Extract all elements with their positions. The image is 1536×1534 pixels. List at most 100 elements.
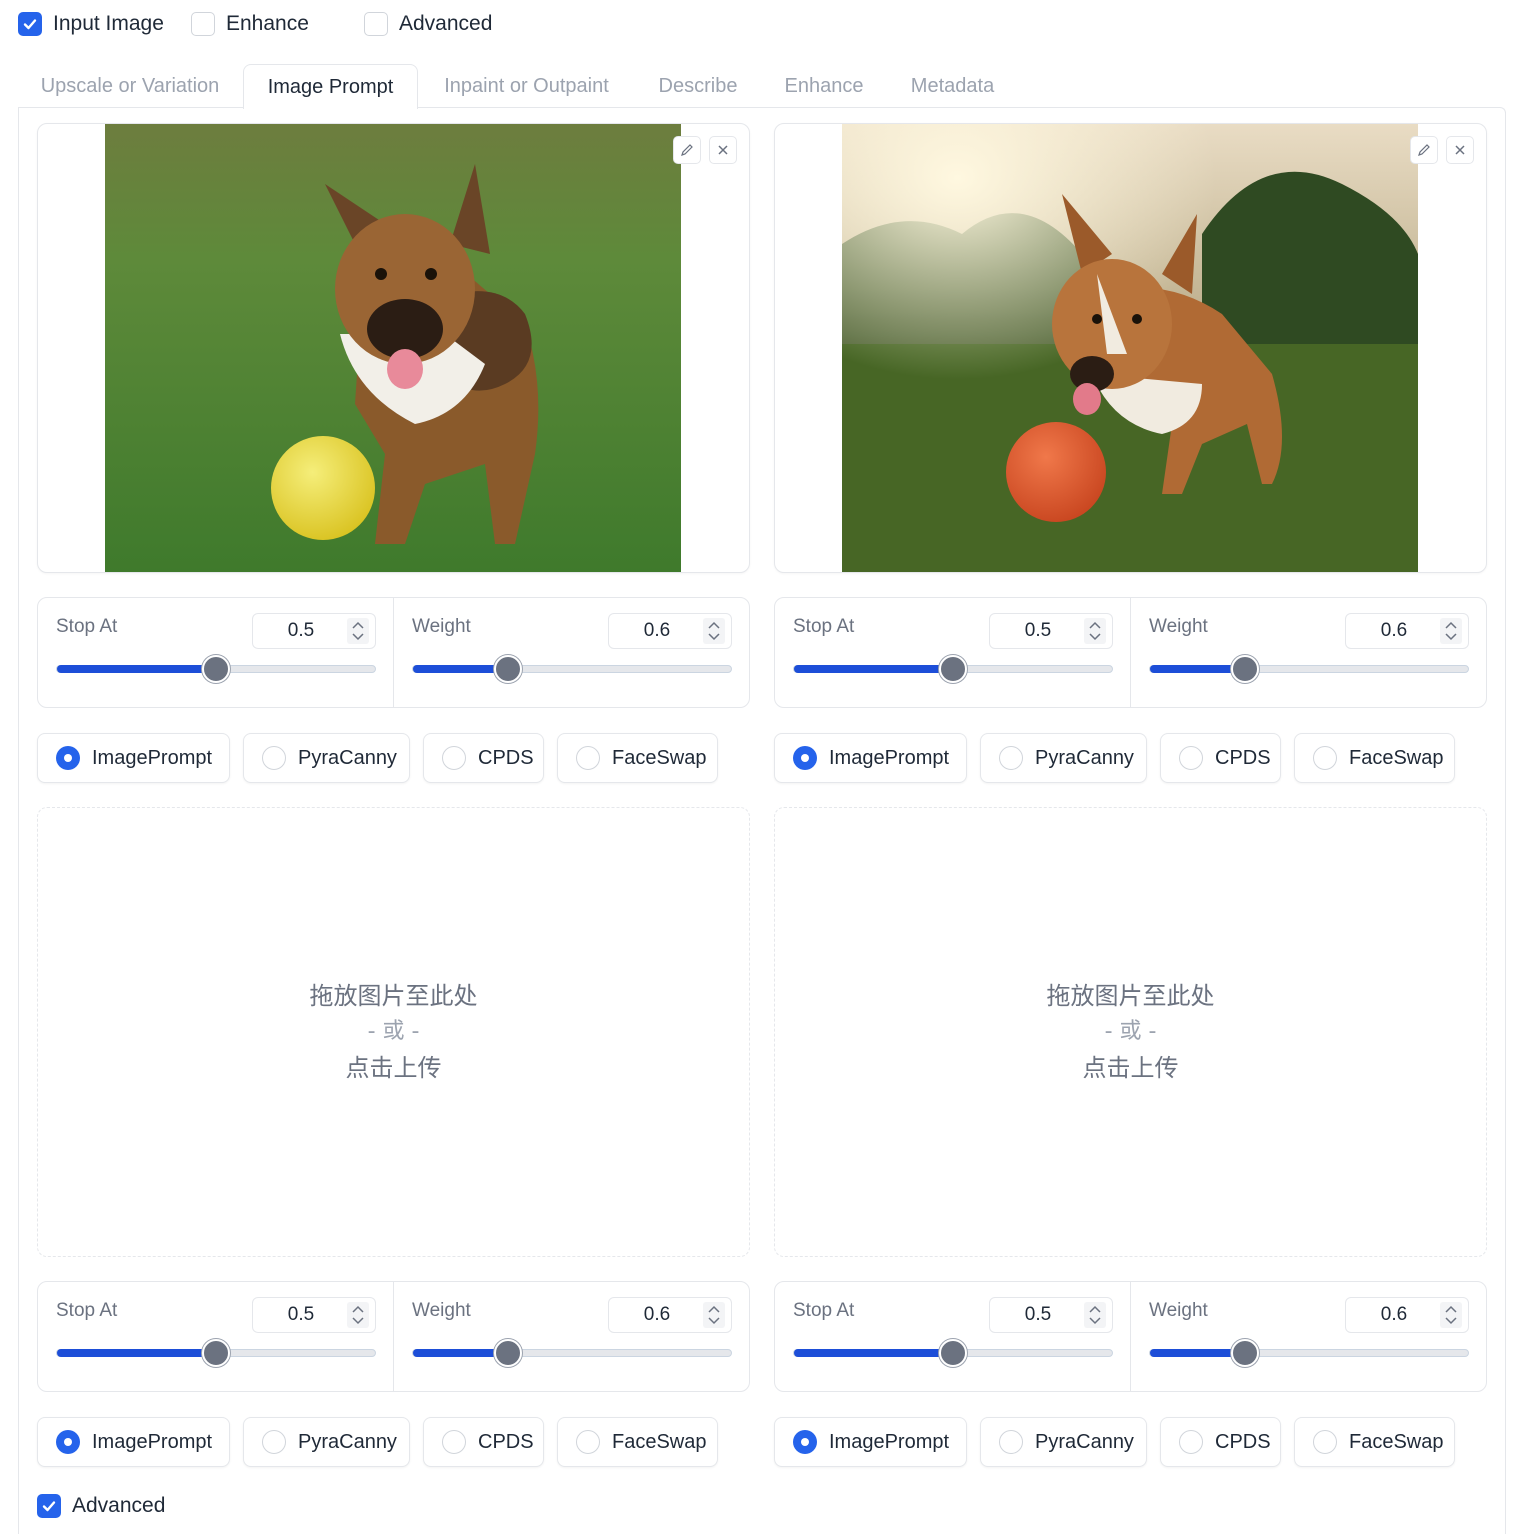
stop-at-value[interactable]: 0.5 — [253, 614, 349, 648]
dog-orange-ball-image — [842, 124, 1418, 572]
weight-thumb[interactable] — [494, 655, 523, 683]
weight-value[interactable]: 0.6 — [609, 614, 705, 648]
spinner-arrows-icon[interactable] — [703, 1302, 725, 1328]
advanced-controlnet-checkbox[interactable]: Advanced — [37, 1494, 165, 1518]
stop-at-track[interactable] — [793, 1339, 1113, 1367]
weight-thumb[interactable] — [1231, 1339, 1260, 1367]
radio-pyracanny[interactable]: PyraCanny — [980, 733, 1147, 783]
weight-number-input[interactable]: 0.6 — [608, 1297, 732, 1333]
spinner-arrows-icon[interactable] — [347, 618, 369, 644]
radio-imageprompt[interactable]: ImagePrompt — [774, 733, 967, 783]
radio-icon — [1313, 746, 1337, 770]
weight-slider: Weight 0.6 — [1131, 598, 1487, 707]
weight-number-input[interactable]: 0.6 — [1345, 1297, 1469, 1333]
weight-track[interactable] — [1149, 655, 1469, 683]
spinner-arrows-icon[interactable] — [1440, 618, 1462, 644]
radio-imageprompt[interactable]: ImagePrompt — [37, 733, 230, 783]
tab-image-prompt[interactable]: Image Prompt — [243, 64, 418, 109]
stop-at-value[interactable]: 0.5 — [253, 1298, 349, 1332]
radio-imageprompt[interactable]: ImagePrompt — [37, 1417, 230, 1467]
slider-group-3: Stop At 0.5 Weight 0.6 — [37, 1281, 750, 1392]
weight-label: Weight — [412, 1300, 471, 1321]
checkbox-box — [364, 12, 388, 36]
radio-pyracanny[interactable]: PyraCanny — [980, 1417, 1147, 1467]
or-text: - 或 - — [367, 1019, 420, 1044]
radio-label: ImagePrompt — [92, 746, 213, 769]
edit-icon[interactable] — [1410, 136, 1438, 164]
radio-label: FaceSwap — [1349, 746, 1444, 769]
stop-at-value[interactable]: 0.5 — [990, 1298, 1086, 1332]
radio-faceswap[interactable]: FaceSwap — [557, 733, 718, 783]
edit-icon[interactable] — [673, 136, 701, 164]
stop-at-track[interactable] — [793, 655, 1113, 683]
weight-label: Weight — [1149, 616, 1208, 637]
radio-icon — [262, 1430, 286, 1454]
radio-cpds[interactable]: CPDS — [423, 1417, 544, 1467]
weight-track[interactable] — [412, 1339, 732, 1367]
weight-thumb[interactable] — [494, 1339, 523, 1367]
image-upload-dropzone[interactable]: 拖放图片至此处 - 或 - 点击上传 — [37, 807, 750, 1257]
spinner-arrows-icon[interactable] — [1084, 1302, 1106, 1328]
radio-faceswap[interactable]: FaceSwap — [1294, 1417, 1455, 1467]
radio-cpds[interactable]: CPDS — [423, 733, 544, 783]
weight-slider: Weight 0.6 — [394, 598, 750, 707]
weight-value[interactable]: 0.6 — [1346, 614, 1442, 648]
radio-imageprompt[interactable]: ImagePrompt — [774, 1417, 967, 1467]
radio-cpds[interactable]: CPDS — [1160, 733, 1281, 783]
weight-value[interactable]: 0.6 — [609, 1298, 705, 1332]
image-upload-dropzone[interactable]: 拖放图片至此处 - 或 - 点击上传 — [774, 807, 1487, 1257]
tab-inpaint-or-outpaint[interactable]: Inpaint or Outpaint — [430, 64, 623, 108]
enhance-checkbox[interactable]: Enhance — [191, 12, 309, 36]
radio-label: ImagePrompt — [829, 1430, 950, 1453]
radio-icon — [1179, 746, 1203, 770]
spinner-arrows-icon[interactable] — [1440, 1302, 1462, 1328]
tab-upscale-or-variation[interactable]: Upscale or Variation — [30, 64, 230, 108]
weight-number-input[interactable]: 0.6 — [608, 613, 732, 649]
stop-at-thumb[interactable] — [202, 655, 230, 683]
spinner-arrows-icon[interactable] — [1084, 618, 1106, 644]
weight-slider: Weight 0.6 — [1131, 1282, 1487, 1391]
radio-faceswap[interactable]: FaceSwap — [557, 1417, 718, 1467]
spinner-arrows-icon[interactable] — [703, 618, 725, 644]
stop-at-slider: Stop At 0.5 — [38, 1282, 394, 1391]
stop-at-number-input[interactable]: 0.5 — [989, 613, 1113, 649]
spinner-arrows-icon[interactable] — [347, 1302, 369, 1328]
advanced-checkbox[interactable]: Advanced — [364, 12, 492, 36]
stop-at-label: Stop At — [793, 616, 855, 637]
weight-thumb[interactable] — [1231, 655, 1260, 683]
stop-at-thumb[interactable] — [202, 1339, 230, 1367]
radio-icon — [576, 1430, 600, 1454]
radio-selected-icon — [793, 746, 817, 770]
radio-icon — [576, 746, 600, 770]
stop-at-number-input[interactable]: 0.5 — [989, 1297, 1113, 1333]
weight-number-input[interactable]: 0.6 — [1345, 613, 1469, 649]
stop-at-track[interactable] — [56, 655, 376, 683]
tab-describe[interactable]: Describe — [648, 64, 748, 108]
input-image-checkbox[interactable]: Input Image — [18, 12, 164, 36]
radio-icon — [999, 1430, 1023, 1454]
stop-at-thumb[interactable] — [939, 1339, 967, 1367]
or-text: - 或 - — [1104, 1019, 1157, 1044]
tab-enhance[interactable]: Enhance — [774, 64, 874, 108]
image-input-1[interactable] — [37, 123, 750, 573]
stop-at-track[interactable] — [56, 1339, 376, 1367]
image-input-2[interactable] — [774, 123, 1487, 573]
stop-at-number-input[interactable]: 0.5 — [252, 1297, 376, 1333]
input-image-label: Input Image — [53, 12, 164, 35]
radio-label: CPDS — [478, 746, 534, 769]
tab-metadata[interactable]: Metadata — [900, 64, 1005, 108]
radio-pyracanny[interactable]: PyraCanny — [243, 733, 410, 783]
slider-group-1: Stop At 0.5 Weight 0.6 — [37, 597, 750, 708]
radio-cpds[interactable]: CPDS — [1160, 1417, 1281, 1467]
radio-pyracanny[interactable]: PyraCanny — [243, 1417, 410, 1467]
close-icon[interactable] — [1446, 136, 1474, 164]
weight-track[interactable] — [1149, 1339, 1469, 1367]
radio-faceswap[interactable]: FaceSwap — [1294, 733, 1455, 783]
weight-track[interactable] — [412, 655, 732, 683]
weight-value[interactable]: 0.6 — [1346, 1298, 1442, 1332]
stop-at-number-input[interactable]: 0.5 — [252, 613, 376, 649]
close-icon[interactable] — [709, 136, 737, 164]
stop-at-thumb[interactable] — [939, 655, 967, 683]
click-upload-text: 点击上传 — [345, 1054, 442, 1082]
stop-at-value[interactable]: 0.5 — [990, 614, 1086, 648]
